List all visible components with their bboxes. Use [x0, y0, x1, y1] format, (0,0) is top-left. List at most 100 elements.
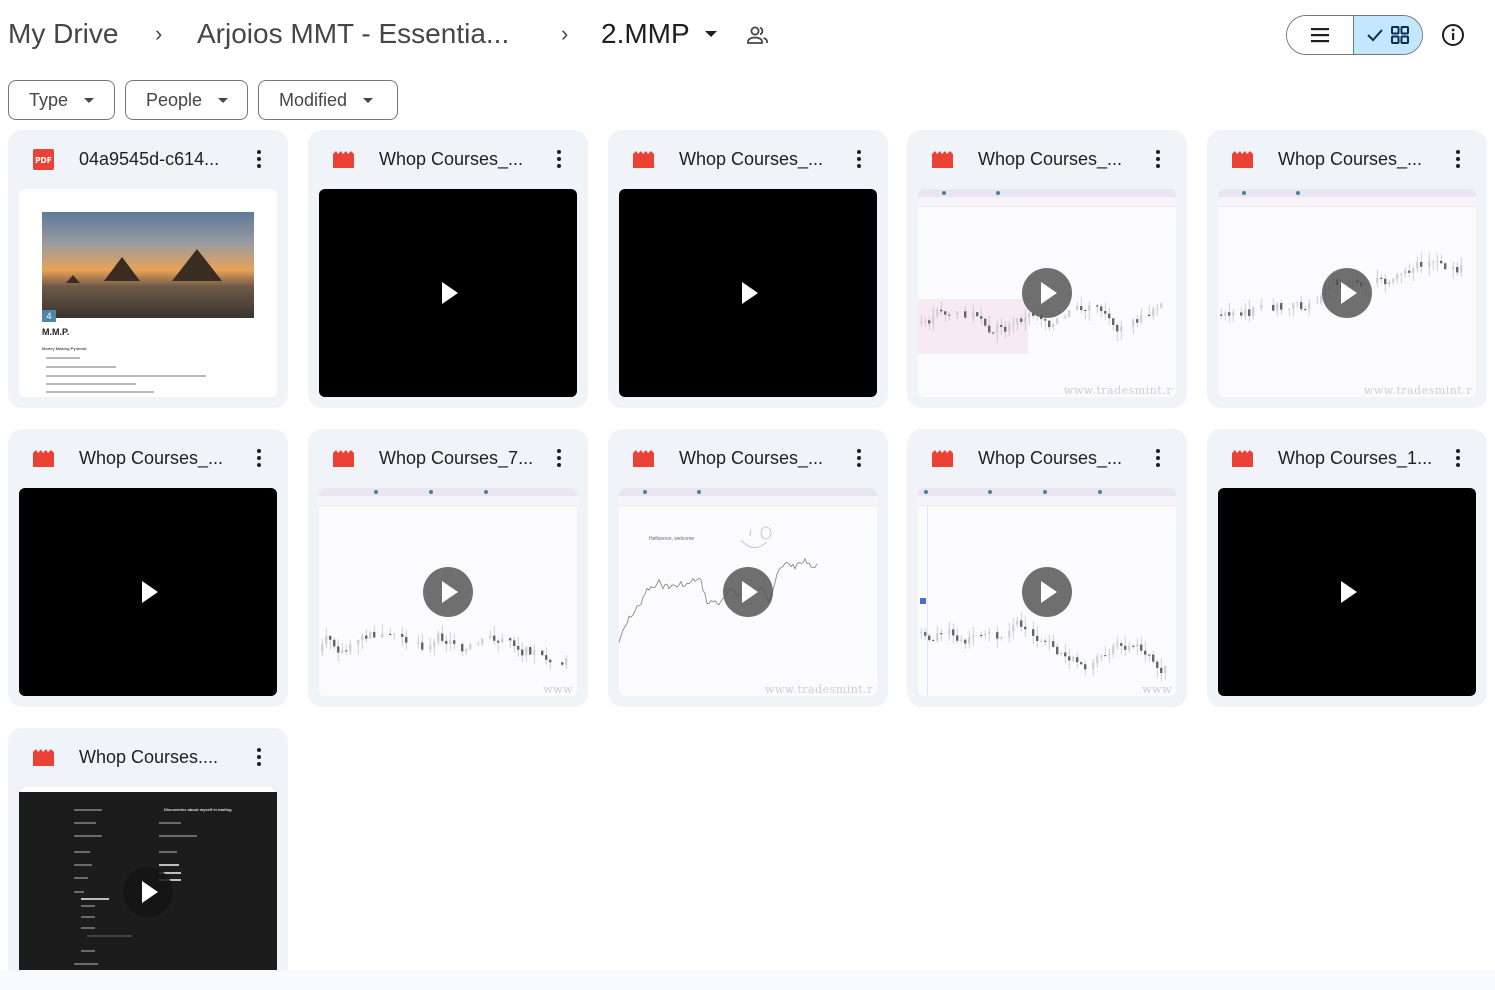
candle-body	[1112, 645, 1115, 654]
candle-body	[1140, 644, 1143, 651]
more-actions-icon[interactable]	[248, 146, 270, 172]
file-card[interactable]: Whop Courses_...	[608, 130, 888, 408]
file-card[interactable]: Whop Courses.... Discoveries about mysel…	[8, 728, 288, 990]
more-actions-icon[interactable]	[248, 744, 270, 770]
more-actions-icon[interactable]	[1447, 146, 1469, 172]
file-card[interactable]: Whop Courses_... www.tradesmint.r	[1207, 130, 1487, 408]
candle-body	[545, 655, 548, 660]
candle-body	[1452, 266, 1455, 270]
file-thumbnail[interactable]: 4 M.M.P. Money Making Pyramid	[19, 189, 277, 397]
more-actions-icon[interactable]	[248, 445, 270, 471]
candle-body	[1388, 281, 1391, 285]
candle-body	[1016, 620, 1019, 625]
candle-body	[1396, 274, 1399, 280]
candle-body	[1376, 277, 1379, 283]
candle-body	[1068, 310, 1071, 317]
candle-body	[980, 316, 983, 319]
candle-body	[1420, 261, 1423, 267]
candle-body	[1408, 270, 1411, 273]
file-card[interactable]: Whop Courses_...	[8, 429, 288, 707]
filter-type-chip[interactable]: Type	[8, 80, 115, 120]
watermark: www.tradesmint.r	[1363, 384, 1472, 397]
candle-body	[1124, 645, 1127, 650]
grid-view-button[interactable]	[1354, 16, 1422, 54]
list-view-button[interactable]	[1287, 16, 1355, 54]
candle-body	[1152, 308, 1155, 317]
file-card[interactable]: Whop Courses_7... www	[308, 429, 588, 707]
candle-body	[1004, 326, 1007, 332]
candle-body	[1384, 278, 1387, 285]
candle-body	[349, 644, 352, 652]
candle-body	[1444, 263, 1447, 270]
candle-body	[1036, 635, 1039, 641]
candle-body	[936, 633, 939, 641]
more-actions-icon[interactable]	[1147, 146, 1169, 172]
file-thumbnail[interactable]: Discoveries about myself in trading	[19, 787, 277, 990]
shared-folder-icon	[747, 26, 768, 44]
file-thumbnail[interactable]: www	[918, 488, 1176, 696]
candle-body	[996, 632, 999, 639]
watermark: www	[1142, 683, 1172, 696]
candle-body	[369, 631, 372, 639]
file-thumbnail[interactable]: www.tradesmint.r	[1218, 189, 1476, 397]
pdf-subtitle: Money Making Pyramid	[42, 346, 87, 351]
more-actions-icon[interactable]	[1147, 445, 1169, 471]
folder-menu-caret-icon[interactable]	[705, 31, 717, 37]
file-thumbnail[interactable]	[319, 189, 577, 397]
file-card[interactable]: Whop Courses_...	[308, 130, 588, 408]
file-card[interactable]: Whop Courses_1...	[1207, 429, 1487, 707]
file-thumbnail[interactable]	[19, 488, 277, 696]
candle-body	[976, 312, 979, 317]
candle-body	[481, 638, 484, 645]
candle-body	[1288, 308, 1291, 310]
candle-body	[1224, 312, 1227, 316]
candle-body	[361, 635, 364, 640]
filter-people-chip[interactable]: People	[125, 80, 248, 120]
file-card[interactable]: Whop Courses_... Hellooooo, welcome www.…	[608, 429, 888, 707]
watermark: www.tradesmint.r	[1063, 384, 1172, 397]
file-card[interactable]: PDF 04a9545d-c614... 4 M.M.P. Money Maki…	[8, 130, 288, 408]
info-icon[interactable]	[1439, 21, 1467, 49]
candle-body	[1108, 653, 1111, 656]
file-name: Whop Courses_...	[379, 149, 524, 169]
breadcrumb-current-folder[interactable]: 2.MMP	[601, 14, 690, 54]
candle-body	[1084, 664, 1087, 670]
video-icon	[33, 450, 54, 467]
candle-body	[1304, 309, 1307, 311]
candle-body	[1240, 312, 1243, 316]
breadcrumb-my-drive[interactable]: My Drive	[8, 14, 118, 54]
candle-body	[1012, 624, 1015, 631]
file-card[interactable]: Whop Courses_... www.tradesmint.r	[907, 130, 1187, 408]
candle-body	[1080, 662, 1083, 665]
candle-body	[1280, 303, 1283, 310]
candle-body	[365, 635, 368, 639]
svg-text:PDF: PDF	[35, 156, 52, 165]
candle-body	[1068, 656, 1071, 661]
candle-body	[1244, 309, 1247, 316]
candle-body	[1000, 324, 1003, 327]
candle-body	[984, 633, 987, 636]
file-card[interactable]: Whop Courses_... www	[907, 429, 1187, 707]
play-icon	[442, 282, 458, 304]
candle-body	[389, 633, 392, 635]
more-actions-icon[interactable]	[848, 146, 870, 172]
file-thumbnail[interactable]	[619, 189, 877, 397]
more-actions-icon[interactable]	[1447, 445, 1469, 471]
file-thumbnail[interactable]: Hellooooo, welcome www.tradesmint.r	[619, 488, 877, 696]
breadcrumb-separator: ›	[561, 21, 569, 46]
file-thumbnail[interactable]: www	[319, 488, 577, 696]
candle-body	[1120, 326, 1123, 332]
candle-body	[1096, 305, 1099, 307]
more-actions-icon[interactable]	[548, 146, 570, 172]
filter-modified-chip[interactable]: Modified	[258, 80, 398, 120]
candle-body	[1020, 318, 1023, 322]
candle-body	[1040, 640, 1043, 642]
file-name: Whop Courses_...	[679, 149, 824, 169]
more-actions-icon[interactable]	[548, 445, 570, 471]
breadcrumb-parent-folder[interactable]: Arjoios MMT - Essentia...	[197, 14, 509, 54]
candle-body	[1088, 305, 1091, 311]
file-thumbnail[interactable]	[1218, 488, 1476, 696]
candle-body	[1056, 646, 1059, 655]
file-thumbnail[interactable]: www.tradesmint.r	[918, 189, 1176, 397]
more-actions-icon[interactable]	[848, 445, 870, 471]
